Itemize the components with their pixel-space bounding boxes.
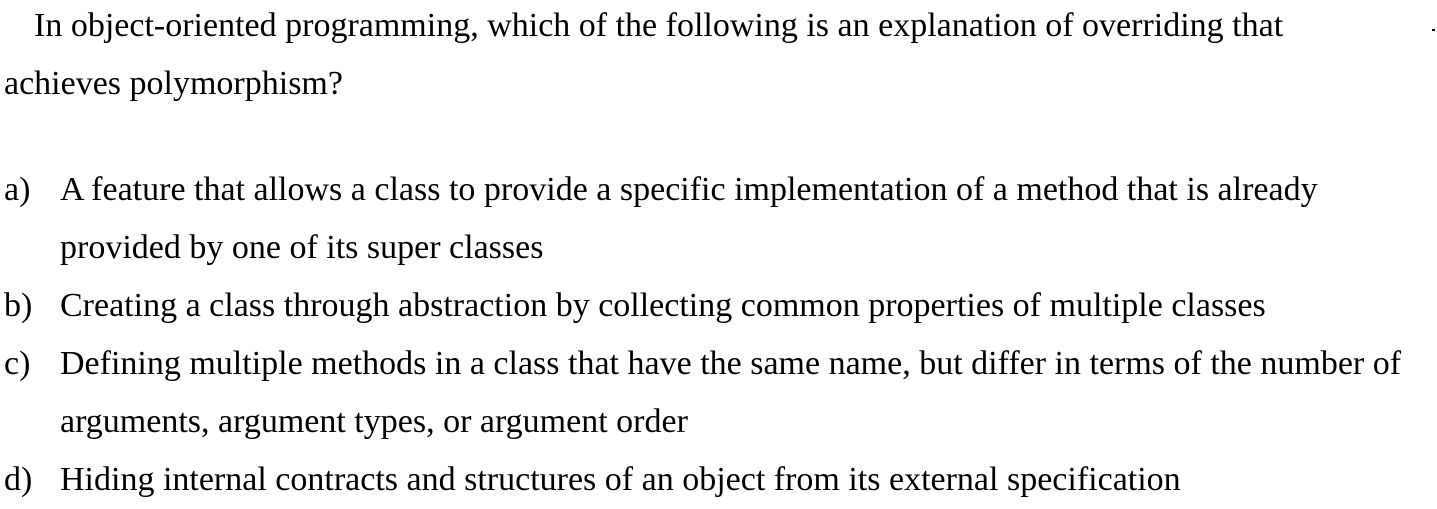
option-text: Hiding internal contracts and structures… <box>60 461 1181 498</box>
option-text: Creating a class through abstraction by … <box>60 287 1266 324</box>
option-letter: b) <box>4 287 33 324</box>
option-letter: d) <box>4 461 33 498</box>
option-letter: c) <box>4 345 31 382</box>
option-text: Defining multiple methods in a class tha… <box>60 345 1402 440</box>
option-text: A feature that allows a class to provide… <box>60 171 1318 266</box>
answer-options: a) A feature that allows a class to prov… <box>0 161 1437 509</box>
option-c: c) Defining multiple methods in a class … <box>0 335 1437 451</box>
question-text: In object-oriented programming, which of… <box>4 7 1284 102</box>
option-d: d) Hiding internal contracts and structu… <box>0 451 1437 509</box>
stray-mark <box>1432 29 1435 31</box>
option-b: b) Creating a class through abstraction … <box>0 277 1437 335</box>
option-letter: a) <box>4 171 31 208</box>
option-a: a) A feature that allows a class to prov… <box>0 161 1437 277</box>
